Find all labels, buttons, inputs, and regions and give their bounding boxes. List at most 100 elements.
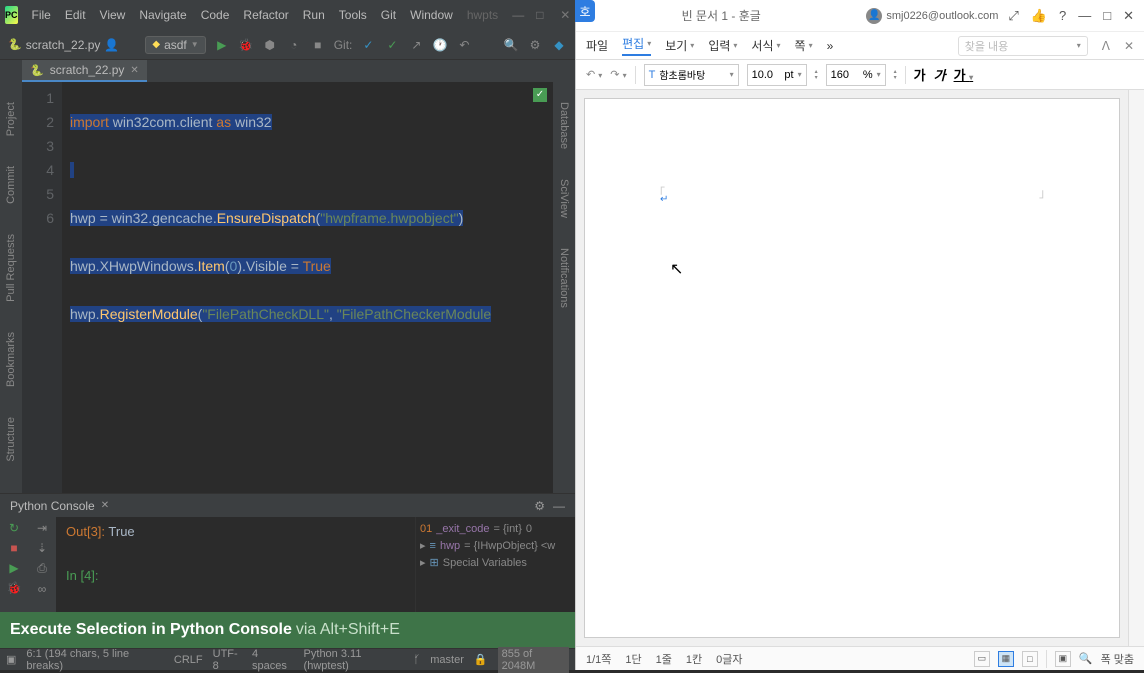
view-mode-1[interactable]: ▭ xyxy=(974,651,990,667)
soft-wrap-icon[interactable]: ⇥ xyxy=(37,521,47,535)
menu-tools[interactable]: Tools xyxy=(339,8,367,22)
status-page[interactable]: 1/1쪽 xyxy=(586,651,611,667)
hwp-menu-edit[interactable]: 편집 ▾ xyxy=(622,35,651,56)
tool-commit[interactable]: Commit xyxy=(5,166,17,204)
hwp-search-input[interactable]: 찾을 내용 ▾ xyxy=(958,36,1088,56)
hwp-user-account[interactable]: 👤 smj0226@outlook.com xyxy=(866,8,998,24)
fullscreen-icon[interactable]: ⤢ xyxy=(1008,8,1018,24)
hwp-page[interactable]: 「 」 ↵ ↖ xyxy=(584,98,1120,638)
window-minimize-icon[interactable]: — xyxy=(1078,8,1091,24)
git-push-icon[interactable]: ↗ xyxy=(408,37,424,53)
git-rollback-icon[interactable]: ↶ xyxy=(456,37,472,53)
menu-refactor[interactable]: Refactor xyxy=(243,8,288,22)
stop-icon[interactable]: ■ xyxy=(10,541,17,555)
attach-debugger-icon[interactable]: 🐞 xyxy=(7,581,22,595)
status-indent[interactable]: 4 spaces xyxy=(252,648,294,672)
settings-icon[interactable]: ⚙ xyxy=(527,37,543,53)
run-config-selector[interactable]: ◆ asdf ▼ xyxy=(145,36,205,54)
zoom-search-icon[interactable]: 🔍 xyxy=(1079,652,1093,665)
ribbon-collapse-icon[interactable]: ᐱ xyxy=(1102,39,1110,53)
italic-button[interactable]: 가 xyxy=(934,65,946,84)
ribbon-close-icon[interactable]: ✕ xyxy=(1124,39,1134,53)
debug-button[interactable]: 🐞 xyxy=(238,37,254,53)
window-maximize-icon[interactable]: □ xyxy=(1103,8,1111,24)
menu-navigate[interactable]: Navigate xyxy=(139,8,186,22)
hwp-menu-file[interactable]: 파일 xyxy=(586,37,608,54)
scroll-end-icon[interactable]: ⇣ xyxy=(37,541,47,555)
status-position[interactable]: 6:1 (194 chars, 5 line breaks) xyxy=(26,648,164,672)
breadcrumb[interactable]: 🐍 scratch_22.py 👤 xyxy=(8,38,119,52)
view-mode-4[interactable]: ▣ xyxy=(1055,651,1071,667)
view-mode-2[interactable]: ▦ xyxy=(998,651,1014,667)
hwp-menu-input[interactable]: 입력 ▾ xyxy=(708,37,737,54)
tool-pull-requests[interactable]: Pull Requests xyxy=(5,234,17,302)
code-with-me-icon[interactable]: ◆ xyxy=(551,37,567,53)
tool-database[interactable]: Database xyxy=(558,102,570,149)
status-branch[interactable]: master xyxy=(430,654,464,666)
console-settings-icon[interactable]: ⚙ xyxy=(534,499,545,513)
menu-view[interactable]: View xyxy=(100,8,126,22)
link-icon[interactable]: ∞ xyxy=(38,582,47,596)
font-size-input[interactable]: 10.0 pt ▾ xyxy=(747,64,807,86)
hwp-dock-handle[interactable]: 호 xyxy=(575,0,595,22)
code-editor[interactable]: 1 2 3 4 5 6 import win32com.client as wi… xyxy=(22,82,553,493)
git-history-icon[interactable]: 🕐 xyxy=(432,37,448,53)
memory-indicator[interactable]: 855 of 2048M xyxy=(498,647,569,673)
menu-edit[interactable]: Edit xyxy=(65,8,86,22)
zoom-input[interactable]: 160 % ▾ xyxy=(826,64,886,86)
tool-structure[interactable]: Structure xyxy=(5,417,17,462)
sync-icon[interactable]: 👍 xyxy=(1031,8,1047,24)
console-hide-icon[interactable]: — xyxy=(553,499,565,513)
editor-tab[interactable]: 🐍 scratch_22.py ✕ xyxy=(22,60,147,82)
bold-button[interactable]: 가 xyxy=(914,65,926,84)
status-tool-icon[interactable]: ▣ xyxy=(6,653,16,666)
profile-button[interactable]: ◔ xyxy=(286,37,302,53)
undo-icon[interactable]: ↶ ▾ xyxy=(586,68,602,81)
status-zoom-fit[interactable]: 폭 맞춤 xyxy=(1101,651,1134,667)
tool-sciview[interactable]: SciView xyxy=(558,179,570,218)
zoom-spinner[interactable]: ▴▾ xyxy=(894,69,897,81)
status-line-sep[interactable]: CRLF xyxy=(174,654,203,666)
redo-icon[interactable]: ↷ ▾ xyxy=(610,68,626,81)
stop-button[interactable]: ■ xyxy=(310,37,326,53)
tool-project[interactable]: Project xyxy=(5,102,17,136)
search-icon[interactable]: 🔍 xyxy=(503,37,519,53)
hwp-menu-more[interactable]: » xyxy=(827,39,834,53)
hwp-menu-format[interactable]: 서식 ▾ xyxy=(751,37,780,54)
console-title[interactable]: Python Console xyxy=(10,499,95,513)
run-button[interactable]: ▶ xyxy=(214,37,230,53)
vertical-scrollbar[interactable] xyxy=(1128,90,1144,646)
code-content[interactable]: import win32com.client as win32 hwp = wi… xyxy=(62,82,553,493)
hwp-menu-page[interactable]: 쪽 ▾ xyxy=(795,37,813,54)
console-close-icon[interactable]: ✕ xyxy=(101,500,109,511)
window-maximize-icon[interactable]: □ xyxy=(536,8,550,22)
print-icon[interactable]: ⎙ xyxy=(37,561,47,576)
tool-bookmarks[interactable]: Bookmarks xyxy=(5,332,17,387)
rerun-icon[interactable]: ↻ xyxy=(9,521,19,535)
font-selector[interactable]: T 함초롬바탕 ▾ xyxy=(644,64,739,86)
menu-git[interactable]: Git xyxy=(381,8,396,22)
members-icon[interactable]: 👤 xyxy=(104,38,119,52)
execute-icon[interactable]: ▶ xyxy=(9,561,18,575)
menu-code[interactable]: Code xyxy=(201,8,230,22)
git-pull-icon[interactable]: ✓ xyxy=(360,37,376,53)
inspection-ok-icon[interactable]: ✓ xyxy=(533,88,547,102)
underline-button[interactable]: 가 ▾ xyxy=(954,65,974,84)
view-mode-3[interactable]: □ xyxy=(1022,651,1038,667)
hwp-menu-view[interactable]: 보기 ▾ xyxy=(665,37,694,54)
tool-notifications[interactable]: Notifications xyxy=(558,248,570,308)
hwp-document-area[interactable]: 「 」 ↵ ↖ xyxy=(576,90,1128,646)
git-commit-icon[interactable]: ✓ xyxy=(384,37,400,53)
console-output[interactable]: Out[3]: True In [4]: xyxy=(56,517,415,612)
menu-run[interactable]: Run xyxy=(303,8,325,22)
coverage-button[interactable]: ⬢ xyxy=(262,37,278,53)
font-size-spinner[interactable]: ▴▾ xyxy=(815,69,818,81)
status-encoding[interactable]: UTF-8 xyxy=(213,648,242,672)
menu-file[interactable]: File xyxy=(32,8,51,22)
help-icon[interactable]: ? xyxy=(1059,8,1066,24)
menu-window[interactable]: Window xyxy=(410,8,453,22)
status-interpreter[interactable]: Python 3.11 (hwptest) xyxy=(304,648,404,672)
window-minimize-icon[interactable]: — xyxy=(512,8,526,22)
variables-panel[interactable]: 01 _exit_code = {int} 0 ▸ ≡ hwp = {IHwpO… xyxy=(415,517,575,612)
git-branch-icon[interactable]: ᚶ xyxy=(414,654,421,666)
